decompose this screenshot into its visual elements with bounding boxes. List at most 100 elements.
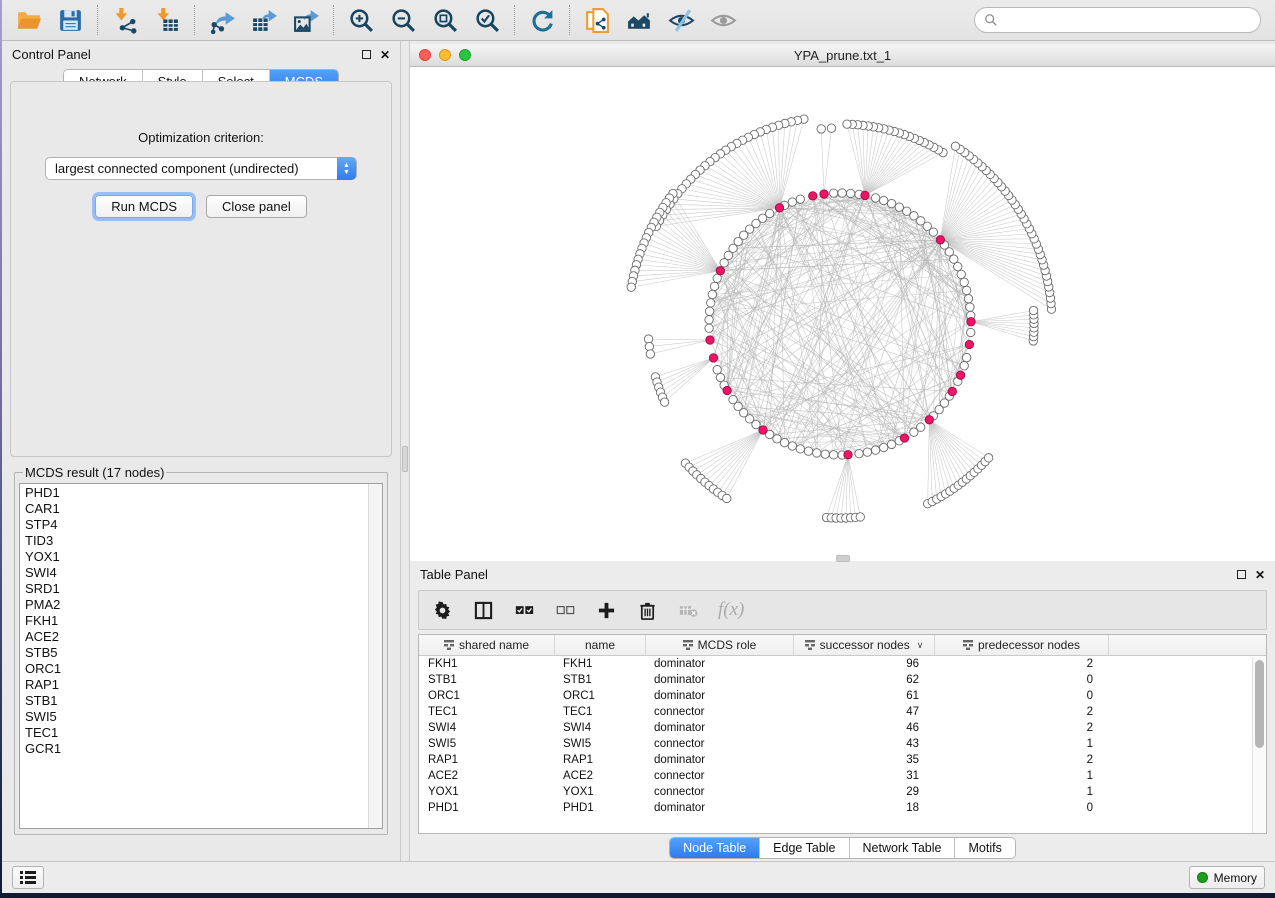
open-session-button[interactable] — [8, 3, 48, 37]
table-row[interactable]: ORC1ORC1dominator610 — [419, 688, 1266, 704]
float-panel-icon[interactable] — [1237, 570, 1246, 579]
mcds-result-item[interactable]: STB5 — [25, 645, 382, 661]
select-all-button[interactable] — [513, 599, 535, 621]
delete-column-button[interactable] — [636, 599, 658, 621]
export-table-button[interactable] — [244, 3, 284, 37]
table-cell: connector — [645, 736, 793, 752]
zoom-in-button[interactable] — [341, 3, 381, 37]
refresh-layout-button[interactable] — [522, 3, 562, 37]
table-row[interactable]: TEC1TEC1connector472 — [419, 704, 1266, 720]
run-mcds-button[interactable]: Run MCDS — [95, 195, 193, 218]
table-cell: 2 — [934, 656, 1108, 672]
close-panel-icon[interactable]: ✕ — [380, 49, 390, 61]
table-cell: dominator — [645, 672, 793, 688]
table-cell: dominator — [645, 800, 793, 816]
table-cell: 0 — [934, 800, 1108, 816]
table-scrollbar[interactable] — [1252, 657, 1266, 833]
table-cell: 96 — [793, 656, 934, 672]
deselect-all-button[interactable] — [554, 599, 576, 621]
splitter-handle[interactable] — [402, 446, 408, 472]
table-settings-button[interactable] — [431, 599, 453, 621]
tab-node-table[interactable]: Node Table — [670, 838, 759, 858]
mcds-result-item[interactable]: CAR1 — [25, 501, 382, 517]
zoom-out-button[interactable] — [383, 3, 423, 37]
mcds-result-item[interactable]: TID3 — [25, 533, 382, 549]
criterion-dropdown-value: largest connected component (undirected) — [55, 161, 299, 176]
show-column-button[interactable] — [472, 599, 494, 621]
table-cell: dominator — [645, 720, 793, 736]
clone-network-button[interactable] — [577, 3, 617, 37]
mcds-result-item[interactable]: ACE2 — [25, 629, 382, 645]
column-header-shared-name[interactable]: shared name — [419, 635, 554, 655]
column-header-name[interactable]: name — [554, 635, 645, 655]
search-input[interactable] — [1004, 13, 1251, 28]
table-cell: 35 — [793, 752, 934, 768]
tab-network-table[interactable]: Network Table — [849, 838, 955, 858]
horizontal-splitter[interactable] — [410, 554, 1275, 561]
mcds-result-item[interactable]: PMA2 — [25, 597, 382, 613]
criterion-dropdown[interactable]: largest connected component (undirected)… — [45, 157, 357, 180]
export-network-button[interactable] — [202, 3, 242, 37]
mcds-result-item[interactable]: STP4 — [25, 517, 382, 533]
mcds-result-item[interactable]: SWI4 — [25, 565, 382, 581]
table-cell: 61 — [793, 688, 934, 704]
first-neighbors-button[interactable] — [619, 3, 659, 37]
import-table-button[interactable] — [147, 3, 187, 37]
mcds-result-item[interactable]: TEC1 — [25, 725, 382, 741]
table-row[interactable]: PHD1PHD1dominator180 — [419, 800, 1266, 816]
zoom-selected-button[interactable] — [467, 3, 507, 37]
hide-selected-button[interactable] — [661, 3, 701, 37]
open-folder-icon — [15, 7, 42, 34]
mcds-result-item[interactable]: ORC1 — [25, 661, 382, 677]
table-row[interactable]: RAP1RAP1dominator352 — [419, 752, 1266, 768]
table-tabs: Node Table Edge Table Network Table Moti… — [410, 834, 1275, 861]
table-row[interactable]: STB1STB1dominator620 — [419, 672, 1266, 688]
zoom-fit-button[interactable] — [425, 3, 465, 37]
log-console-button[interactable] — [12, 866, 44, 889]
import-network-button[interactable] — [105, 3, 145, 37]
table-cell: ACE2 — [419, 768, 554, 784]
column-header-successor-nodes[interactable]: successor nodes∨ — [793, 635, 934, 655]
network-graph[interactable] — [410, 67, 1275, 554]
column-header-mcds-role[interactable]: MCDS role — [645, 635, 793, 655]
tab-edge-table[interactable]: Edge Table — [759, 838, 848, 858]
export-table-icon — [251, 7, 278, 34]
attribute-icon — [683, 640, 693, 650]
import-network-icon — [112, 7, 139, 34]
mcds-result-item[interactable]: RAP1 — [25, 677, 382, 693]
column-header-predecessor-nodes[interactable]: predecessor nodes — [934, 635, 1108, 655]
save-session-button[interactable] — [50, 3, 90, 37]
tab-motifs[interactable]: Motifs — [954, 838, 1014, 858]
table-cell: YOX1 — [419, 784, 554, 800]
control-panel-header: Control Panel ✕ — [2, 41, 400, 68]
table-cell: connector — [645, 704, 793, 720]
mcds-result-item[interactable]: SRD1 — [25, 581, 382, 597]
table-row[interactable]: SWI4SWI4dominator462 — [419, 720, 1266, 736]
network-canvas[interactable] — [410, 67, 1275, 554]
splitter-handle[interactable] — [836, 555, 850, 562]
close-panel-icon[interactable]: ✕ — [1255, 569, 1265, 581]
table-cell: 2 — [934, 720, 1108, 736]
export-image-button[interactable] — [286, 3, 326, 37]
close-panel-button[interactable]: Close panel — [206, 195, 307, 218]
mcds-result-item[interactable]: STB1 — [25, 693, 382, 709]
plus-icon — [597, 601, 616, 620]
table-row[interactable]: FKH1FKH1dominator962 — [419, 656, 1266, 672]
list-icon — [20, 871, 36, 884]
memory-button[interactable]: Memory — [1189, 866, 1265, 889]
vertical-splitter[interactable] — [400, 41, 410, 861]
show-all-button[interactable] — [703, 3, 743, 37]
mcds-result-item[interactable]: SWI5 — [25, 709, 382, 725]
mcds-result-item[interactable]: PHD1 — [25, 485, 382, 501]
scrollbar-thumb[interactable] — [1255, 660, 1264, 748]
mcds-result-item[interactable]: GCR1 — [25, 741, 382, 757]
create-column-button[interactable] — [595, 599, 617, 621]
table-row[interactable]: ACE2ACE2connector311 — [419, 768, 1266, 784]
table-row[interactable]: SWI5SWI5connector431 — [419, 736, 1266, 752]
table-cell: 47 — [793, 704, 934, 720]
mcds-result-item[interactable]: FKH1 — [25, 613, 382, 629]
table-row[interactable]: YOX1YOX1connector291 — [419, 784, 1266, 800]
float-panel-icon[interactable] — [362, 50, 371, 59]
mcds-result-item[interactable]: YOX1 — [25, 549, 382, 565]
mcds-result-scrollbar[interactable] — [368, 484, 382, 828]
